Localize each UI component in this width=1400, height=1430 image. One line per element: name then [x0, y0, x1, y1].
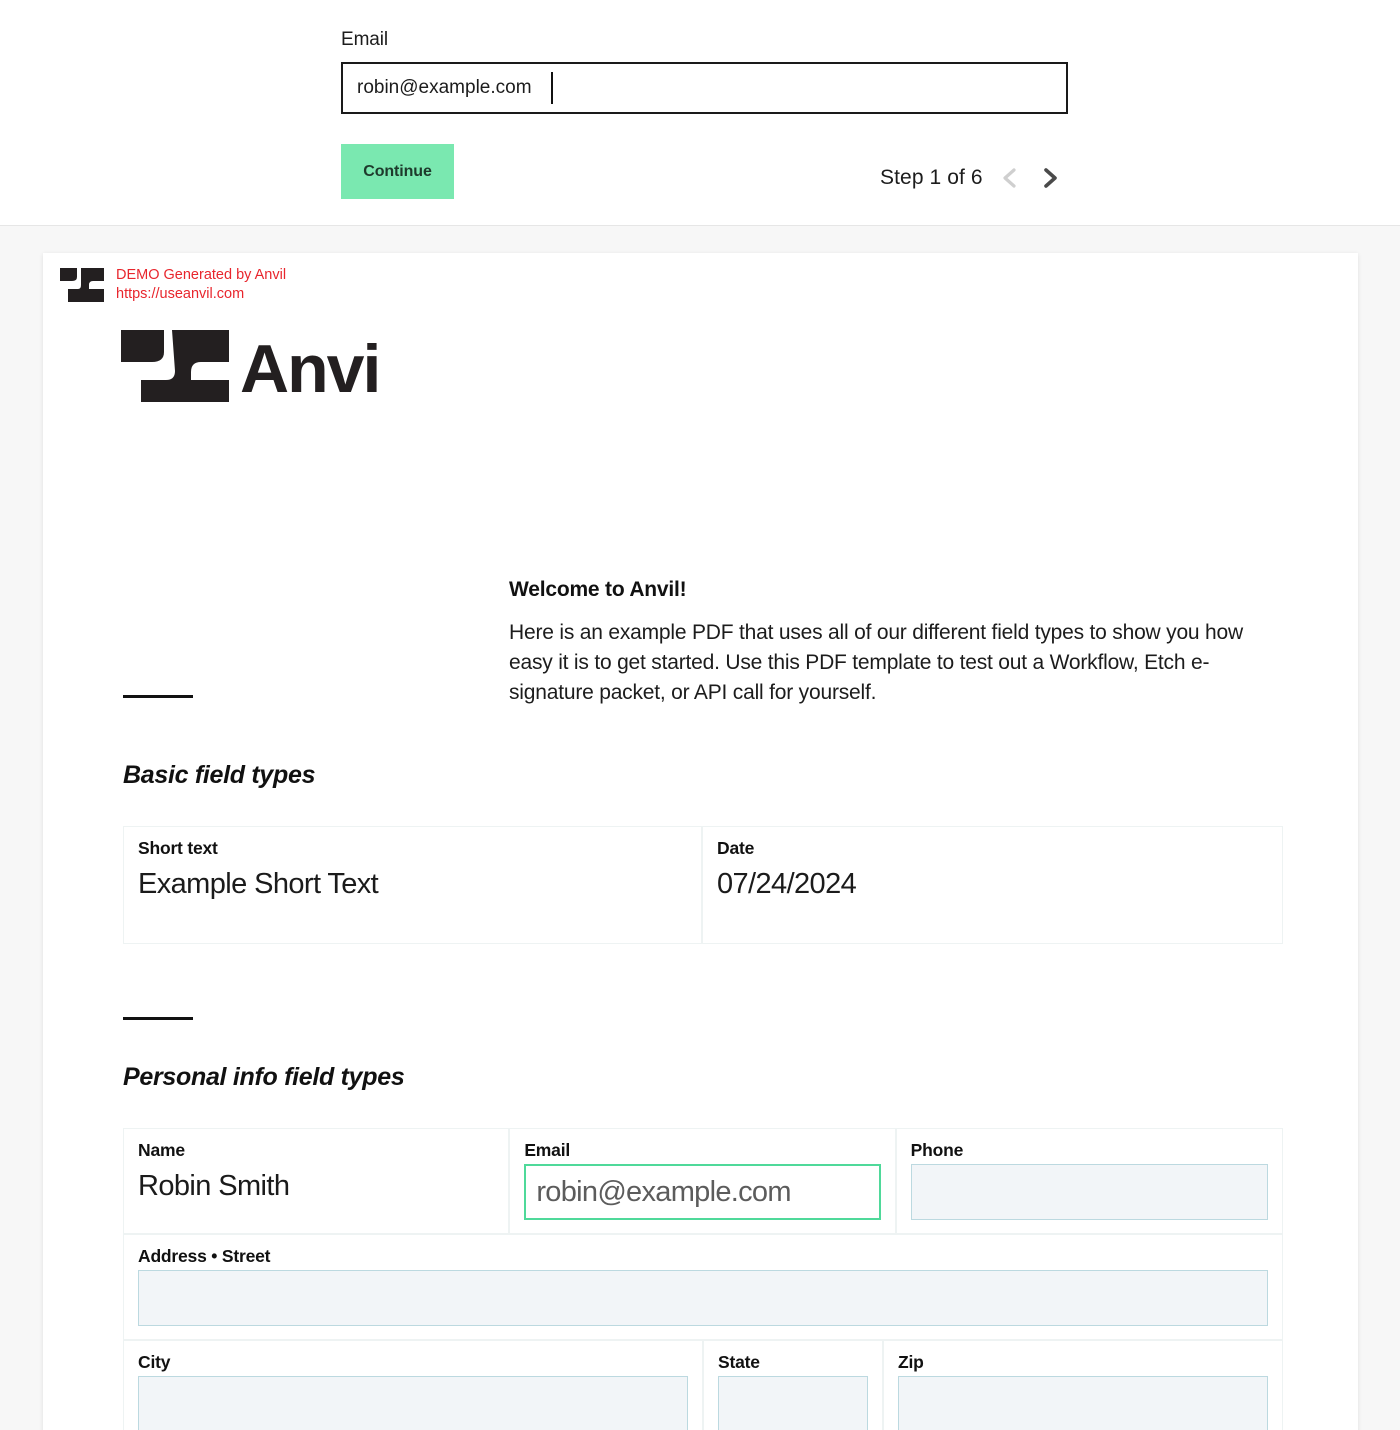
field-label: Date	[717, 838, 755, 858]
step-indicator-label: Step 1 of 6	[880, 166, 983, 189]
field-label: Address • Street	[138, 1246, 271, 1266]
field-value: Robin Smith	[138, 1170, 290, 1202]
continue-button[interactable]: Continue	[341, 144, 454, 199]
field-label: Email	[524, 1140, 571, 1160]
table-row: Name Robin Smith Email robin@example.com…	[124, 1129, 1282, 1233]
section-divider-2	[123, 1017, 193, 1020]
field-date[interactable]: Date 07/24/2024	[703, 827, 1282, 943]
field-label: Name	[138, 1140, 185, 1160]
field-short-text[interactable]: Short text Example Short Text	[124, 827, 701, 943]
field-label: Phone	[910, 1140, 964, 1160]
field-input-empty[interactable]	[138, 1270, 1268, 1326]
field-input-empty[interactable]	[718, 1376, 868, 1430]
field-input-empty[interactable]	[898, 1376, 1268, 1430]
section-divider-1	[123, 695, 193, 698]
svg-text:Anvil: Anvil	[240, 331, 379, 402]
field-value: 07/24/2024	[717, 868, 857, 900]
step-navigation: Step 1 of 6	[880, 163, 1063, 193]
demo-watermark: DEMO Generated by Anvil https://useanvil…	[60, 266, 286, 307]
section-heading-basic: Basic field types	[123, 761, 316, 789]
field-label: State	[718, 1352, 760, 1372]
field-name[interactable]: Name Robin Smith	[124, 1129, 509, 1233]
field-city[interactable]: City	[124, 1341, 702, 1430]
anvil-wordmark-icon: Anvil	[121, 330, 398, 407]
form-toolbar: Email Continue Step 1 of 6	[0, 0, 1400, 226]
table-row: Short text Example Short Text Date 07/24…	[124, 827, 1282, 943]
document-preview-area: DEMO Generated by Anvil https://useanvil…	[0, 226, 1400, 1430]
field-zip[interactable]: Zip	[884, 1341, 1282, 1430]
field-value: Example Short Text	[138, 868, 379, 900]
intro-body: Here is an example PDF that uses all of …	[509, 621, 1243, 704]
field-label: City	[138, 1352, 171, 1372]
section-heading-personal: Personal info field types	[123, 1063, 405, 1091]
basic-field-table: Short text Example Short Text Date 07/24…	[123, 826, 1283, 944]
personal-info-field-table: Name Robin Smith Email robin@example.com…	[123, 1128, 1283, 1430]
pdf-page: DEMO Generated by Anvil https://useanvil…	[43, 253, 1358, 1430]
chevron-right-icon[interactable]	[1037, 163, 1063, 193]
intro-block: Welcome to Anvil! Here is an example PDF…	[509, 578, 1274, 708]
intro-title: Welcome to Anvil!	[509, 578, 687, 601]
field-state[interactable]: State	[704, 1341, 882, 1430]
field-label: Zip	[898, 1352, 924, 1372]
demo-watermark-line1: DEMO Generated by Anvil	[116, 267, 287, 283]
field-input-empty[interactable]	[910, 1164, 1268, 1220]
field-label: Short text	[138, 838, 218, 858]
table-row: Address • Street	[124, 1235, 1282, 1339]
field-input-focused[interactable]: robin@example.com	[524, 1164, 881, 1220]
field-address-street[interactable]: Address • Street	[124, 1235, 1282, 1339]
field-email[interactable]: Email robin@example.com	[510, 1129, 895, 1233]
field-input-empty[interactable]	[138, 1376, 688, 1430]
table-row: City State Zip	[124, 1341, 1282, 1430]
demo-watermark-text: DEMO Generated by Anvil https://useanvil…	[116, 266, 286, 304]
anvil-brand-logo: Anvil	[121, 330, 398, 407]
email-input[interactable]	[341, 62, 1068, 114]
email-field-label: Email	[341, 29, 389, 50]
demo-watermark-line2: https://useanvil.com	[116, 286, 245, 302]
field-phone[interactable]: Phone	[896, 1129, 1282, 1233]
text-cursor	[551, 72, 553, 104]
chevron-left-icon[interactable]	[997, 163, 1023, 193]
anvil-logo-icon	[60, 268, 104, 307]
